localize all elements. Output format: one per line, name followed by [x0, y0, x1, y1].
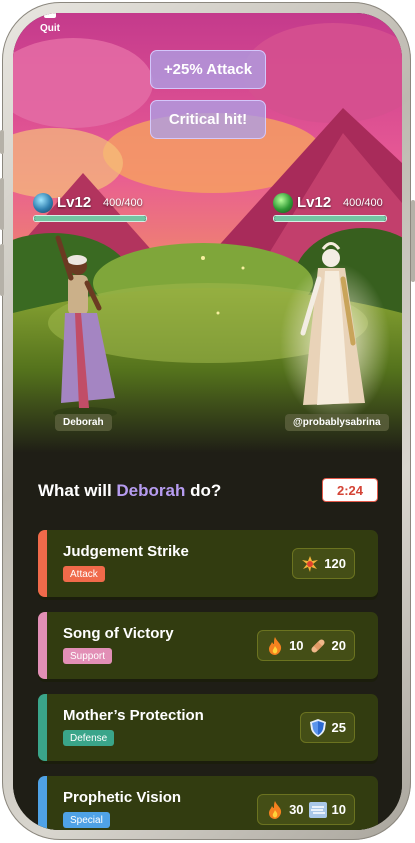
fire-icon: [266, 800, 284, 819]
player-name-tag: Deborah: [55, 414, 112, 431]
cost-value: 120: [324, 556, 346, 571]
move-name: Mother’s Protection: [63, 707, 204, 724]
move-card-song-of-victory[interactable]: Song of Victory Support 10 20: [38, 612, 378, 679]
bandage-icon: [309, 637, 327, 655]
opponent-hp: 400/400: [343, 197, 383, 209]
move-name: Prophetic Vision: [63, 789, 182, 806]
opponent-level: Lv12: [297, 194, 332, 211]
move-type-stripe: [38, 612, 47, 679]
blue-gem-icon: [33, 193, 53, 213]
turn-timer: 2:24: [322, 478, 378, 502]
move-card-prophetic-vision[interactable]: Prophetic Vision Special 30 10: [38, 776, 378, 830]
player-status: Lv12 400/400: [33, 193, 149, 223]
buff-attack-chip: +25% Attack: [150, 50, 266, 89]
move-type-stripe: [38, 530, 47, 597]
player-hp-bar: [33, 215, 147, 222]
move-type-tag: Attack: [63, 566, 105, 582]
move-cost: 120: [292, 548, 355, 579]
cost-value: 10: [289, 638, 304, 653]
green-gem-icon: [273, 193, 293, 213]
move-name: Song of Victory: [63, 625, 174, 642]
quit-icon: [44, 13, 56, 18]
prompt-before: What will: [38, 481, 117, 500]
cost-value: 10: [331, 802, 346, 817]
action-button: [0, 130, 4, 154]
explosion-icon: [301, 555, 319, 573]
cost-value: 25: [331, 720, 346, 735]
fire-icon: [266, 636, 284, 655]
cost-value: 30: [289, 802, 304, 817]
move-type-stripe: [38, 776, 47, 830]
player-hp-fill: [34, 216, 146, 221]
buff-critical-chip: Critical hit!: [150, 100, 266, 139]
move-card-mothers-protection[interactable]: Mother’s Protection Defense 25: [38, 694, 378, 761]
action-panel: What will Deborah do? 2:24 Judgement Str…: [13, 453, 402, 830]
action-prompt: What will Deborah do?: [38, 481, 221, 501]
opponent-name-tag: @probablysabrina: [285, 414, 389, 431]
move-type-tag: Support: [63, 648, 113, 664]
player-hp: 400/400: [103, 197, 143, 209]
move-cost: 30 10: [257, 794, 355, 825]
screen: Quit +25% Attack Critical hit! Lv12 400/…: [13, 13, 402, 830]
quit-label: Quit: [40, 23, 60, 34]
opponent-status: Lv12 400/400: [273, 193, 389, 223]
prompt-after: do?: [185, 481, 222, 500]
move-type-stripe: [38, 694, 47, 761]
power-button: [411, 200, 415, 282]
move-cost: 25: [299, 712, 355, 743]
move-type-tag: Special: [63, 812, 110, 828]
move-type-tag: Defense: [63, 730, 115, 746]
volume-down-button: [0, 244, 4, 296]
move-card-judgement-strike[interactable]: Judgement Strike Attack 120: [38, 530, 378, 597]
move-name: Judgement Strike: [63, 543, 189, 560]
player-level: Lv12: [57, 194, 92, 211]
fog-icon: [308, 801, 327, 819]
volume-up-button: [0, 178, 4, 230]
quit-button[interactable]: Quit: [35, 13, 65, 34]
move-cost: 10 20: [257, 630, 355, 661]
opponent-hp-fill: [274, 216, 386, 221]
shield-icon: [309, 718, 327, 737]
opponent-hp-bar: [273, 215, 387, 222]
battle-scene: Quit +25% Attack Critical hit! Lv12 400/…: [13, 13, 402, 453]
prompt-hero-name: Deborah: [116, 481, 186, 500]
cost-value: 20: [331, 638, 346, 653]
